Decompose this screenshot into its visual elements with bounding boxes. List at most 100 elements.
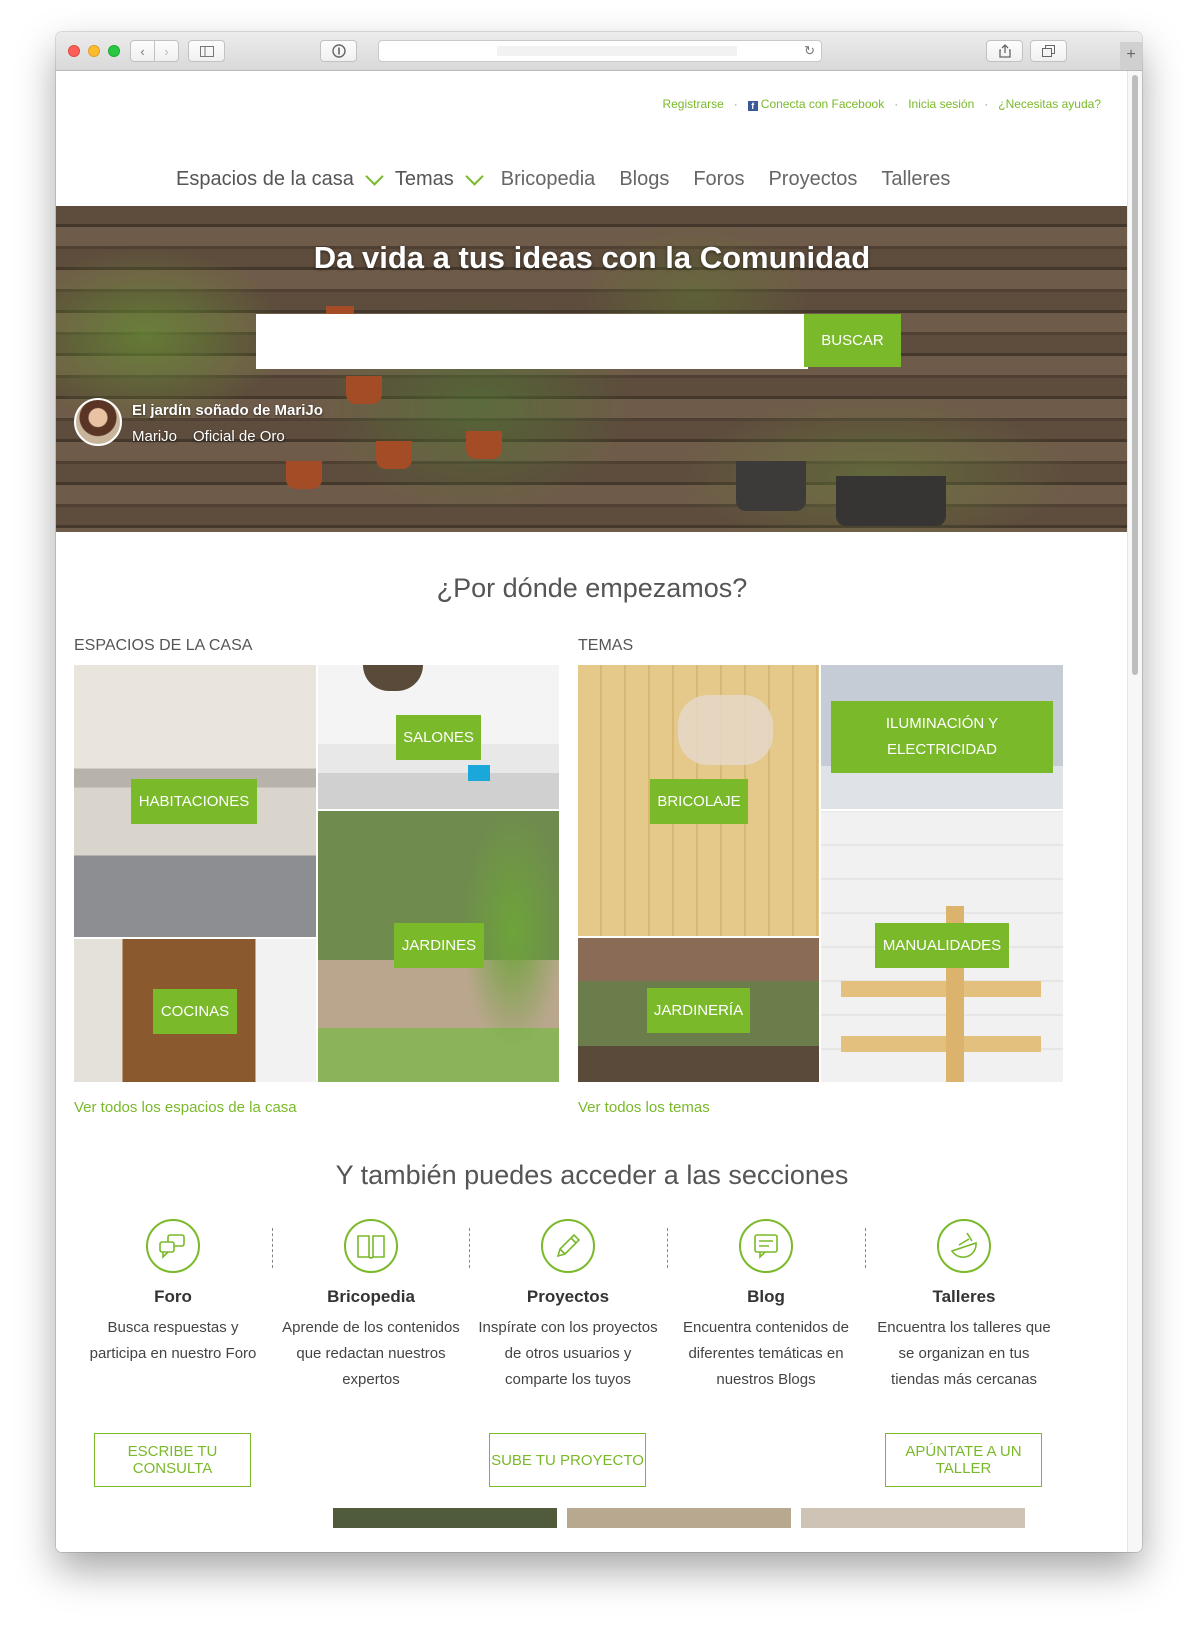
tile-bricolaje[interactable]: BRICOLAJE [578,665,819,936]
lamp-decor [363,665,423,691]
section-blog: Blog Encuentra contenidos de diferentes … [676,1219,856,1393]
nav-proyectos[interactable]: Proyectos [768,168,857,191]
nav-foros[interactable]: Foros [693,168,744,191]
section-desc-proyectos: Inspírate con los proyectos de otros usu… [478,1319,658,1388]
main-nav: Espacios de la casa Temas Bricopedia Blo… [176,167,974,191]
tabs-overview-icon[interactable] [1030,40,1067,62]
address-bar[interactable]: ↻ [378,40,822,62]
workshop-icon[interactable] [937,1219,991,1273]
separator-dot: · [733,97,738,111]
nav-bricopedia[interactable]: Bricopedia [501,168,596,191]
facebook-icon: f [747,101,758,111]
nav-espacios-casa[interactable]: Espacios de la casa [176,168,354,191]
upload-project-button[interactable]: SUBE TU PROYECTO [489,1433,646,1487]
label-habitaciones[interactable]: HABITACIONES [131,779,257,824]
write-question-button[interactable]: ESCRIBE TU CONSULTA [94,1433,251,1487]
separator-dot: · [894,97,899,111]
cushion-decor [468,765,490,781]
reload-icon[interactable]: ↻ [804,43,815,59]
tile-cocinas[interactable]: COCINAS [74,939,316,1082]
photo-credit-title[interactable]: El jardín soñado de MariJo [132,402,323,419]
divider [469,1228,470,1268]
share-icon[interactable] [986,40,1023,62]
register-link[interactable]: Registrarse [662,97,723,111]
label-salones[interactable]: SALONES [396,715,481,760]
account-links: Registrarse · f Conecta con Facebook · In… [662,97,1101,111]
section-bricopedia: Bricopedia Aprende de los contenidos que… [281,1219,461,1393]
label-jardines[interactable]: JARDINES [394,923,484,968]
featured-thumb[interactable] [567,1508,791,1528]
close-window-button[interactable] [68,45,80,57]
section-title-bricopedia[interactable]: Bricopedia [281,1287,461,1307]
sidebar-icon[interactable] [188,40,225,62]
help-link[interactable]: ¿Necesitas ayuda? [998,97,1101,111]
label-iluminacion[interactable]: ILUMINACIÓN Y ELECTRICIDAD [831,701,1053,773]
photo-credit-user: MariJo Oficial de Oro [132,428,301,445]
address-text [497,46,737,56]
divider [865,1228,866,1268]
nav-temas[interactable]: Temas [395,168,454,191]
chat-bubbles-icon[interactable] [146,1219,200,1273]
chevron-down-icon[interactable] [365,167,384,186]
sections-title: Y también puedes acceder a las secciones [335,1160,849,1190]
pencil-icon[interactable] [541,1219,595,1273]
start-title: ¿Por dónde empezamos? [436,573,748,603]
section-desc-bricopedia: Aprende de los contenidos que redactan n… [282,1319,460,1388]
credit-username[interactable]: MariJo [132,428,177,445]
tile-habitaciones[interactable]: HABITACIONES [74,665,316,937]
frame-decor [841,981,1041,997]
browser-toolbar: ‹ › ↻ + [56,32,1142,71]
scrollbar-thumb[interactable] [1132,75,1138,675]
glove-decor [678,695,773,765]
featured-thumb[interactable] [333,1508,557,1528]
tile-jardineria[interactable]: JARDINERÍA [578,938,819,1082]
facebook-connect-link[interactable]: f Conecta con Facebook [747,97,885,111]
section-title-foro[interactable]: Foro [83,1287,263,1307]
see-all-espacios-link[interactable]: Ver todos los espacios de la casa [74,1099,297,1116]
avatar[interactable] [74,398,122,446]
tile-manualidades[interactable]: MANUALIDADES [821,811,1063,1082]
label-manualidades[interactable]: MANUALIDADES [875,923,1009,968]
section-title-blog[interactable]: Blog [676,1287,856,1307]
section-desc-talleres: Encuentra los talleres que se organizan … [877,1319,1051,1388]
tile-salones[interactable]: SALONES [318,665,559,809]
facebook-connect-label: Conecta con Facebook [760,97,885,111]
book-icon[interactable] [344,1219,398,1273]
section-desc-foro: Busca respuestas y participa en nuestro … [89,1319,257,1362]
section-foro: Foro Busca respuestas y participa en nue… [83,1219,263,1367]
section-proyectos: Proyectos Inspírate con los proyectos de… [478,1219,658,1393]
new-tab-button[interactable]: + [1120,42,1142,70]
maximize-window-button[interactable] [108,45,120,57]
separator-dot: · [984,97,989,111]
temas-heading: TEMAS [578,637,634,654]
forward-button[interactable]: › [154,40,179,62]
reader-info-icon[interactable] [320,40,357,62]
label-jardineria[interactable]: JARDINERÍA [647,988,750,1033]
espacios-heading: ESPACIOS DE LA CASA [74,637,253,654]
nav-blogs[interactable]: Blogs [619,168,669,191]
back-button[interactable]: ‹ [130,40,155,62]
divider [667,1228,668,1268]
document-chat-icon[interactable] [739,1219,793,1273]
section-title-proyectos[interactable]: Proyectos [478,1287,658,1307]
frame-decor [841,1036,1041,1052]
search-input[interactable] [256,314,808,369]
page-content: Registrarse · f Conecta con Facebook · In… [56,71,1128,1552]
label-bricolaje[interactable]: BRICOLAJE [650,779,748,824]
minimize-window-button[interactable] [88,45,100,57]
tile-jardines[interactable]: JARDINES [318,811,559,1082]
search-button[interactable]: BUSCAR [804,314,901,367]
join-workshop-button[interactable]: APÚNTATE A UN TALLER [885,1433,1042,1487]
section-talleres: Talleres Encuentra los talleres que se o… [874,1219,1054,1393]
see-all-temas-link[interactable]: Ver todos los temas [578,1099,710,1116]
featured-thumb[interactable] [801,1508,1025,1528]
login-link[interactable]: Inicia sesión [908,97,974,111]
label-cocinas[interactable]: COCINAS [153,989,237,1034]
section-title-talleres[interactable]: Talleres [874,1287,1054,1307]
hero-title: Da vida a tus ideas con la Comunidad [313,240,871,275]
tile-iluminacion[interactable]: ILUMINACIÓN Y ELECTRICIDAD [821,665,1063,809]
section-desc-blog: Encuentra contenidos de diferentes temát… [683,1319,849,1388]
chevron-down-icon[interactable] [465,167,484,186]
scrollbar[interactable] [1127,71,1142,1552]
nav-talleres[interactable]: Talleres [881,168,950,191]
